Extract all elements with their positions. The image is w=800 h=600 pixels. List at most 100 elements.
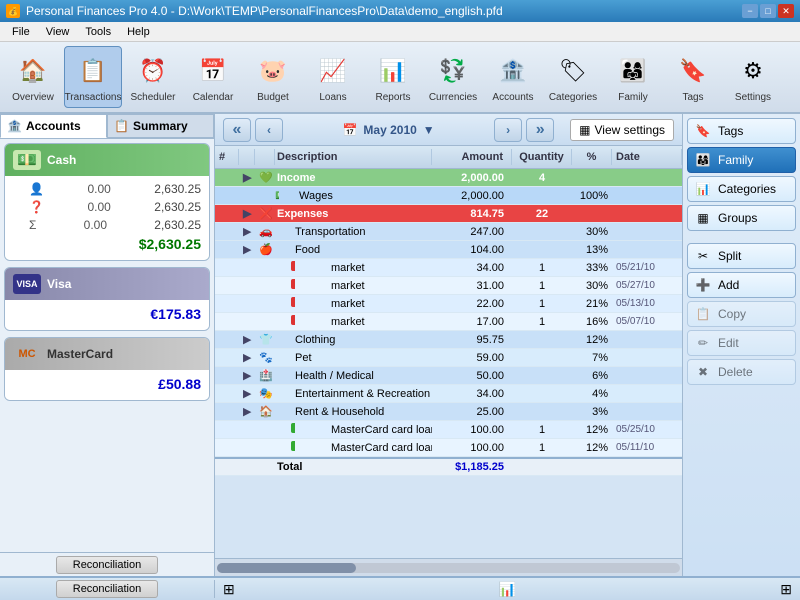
nav-dropdown-arrow[interactable]: ▼ — [423, 123, 435, 137]
settings-label: Settings — [735, 92, 771, 103]
tab-accounts[interactable]: 🏦 Accounts — [0, 114, 107, 138]
td-date: 05/25/10 — [612, 422, 682, 437]
sidebar-add-button[interactable]: ➕ Add — [687, 272, 796, 298]
table-row-wages[interactable]: 💵 Wages 2,000.00 100% — [215, 187, 682, 205]
tab-summary[interactable]: 📋 Summary — [107, 114, 214, 138]
bottom-right-icon[interactable]: ⊞ — [780, 581, 792, 598]
td-desc: Expenses — [275, 206, 432, 222]
toolbar-reports[interactable]: 📊 Reports — [364, 46, 422, 108]
sidebar-split-button[interactable]: ✂ Split — [687, 243, 796, 269]
td-expand[interactable]: ▶ — [239, 205, 255, 222]
toolbar-loans[interactable]: 📈 Loans — [304, 46, 362, 108]
td-expand[interactable]: ▶ — [239, 385, 255, 402]
minimize-button[interactable]: − — [742, 4, 758, 18]
td-pct: 12% — [572, 422, 612, 438]
toolbar-currencies[interactable]: 💱 Currencies — [424, 46, 482, 108]
nav-next[interactable]: » — [526, 118, 554, 142]
td-qty: 1 — [512, 260, 572, 276]
td-expand[interactable]: ▶ — [239, 403, 255, 420]
bottom-left-icon[interactable]: ⊞ — [223, 581, 235, 598]
table-row-market-2[interactable]: market 31.00 1 30% 05/27/10 — [215, 277, 682, 295]
td-expand[interactable]: ▶ — [239, 367, 255, 384]
td-qty — [512, 392, 572, 396]
account-card-visa[interactable]: VISA Visa €175.83 — [4, 267, 210, 331]
table-row-expenses[interactable]: ▶ ❌ Expenses 814.75 22 — [215, 205, 682, 223]
menu-help[interactable]: Help — [119, 24, 158, 40]
toolbar-scheduler[interactable]: ⏰ Scheduler — [124, 46, 182, 108]
maximize-button[interactable]: □ — [760, 4, 776, 18]
reconciliation-button[interactable]: Reconciliation — [56, 556, 158, 574]
scheduler-icon: ⏰ — [134, 52, 172, 90]
table-row-income[interactable]: ▶ 💚 Income 2,000.00 4 — [215, 169, 682, 187]
visa-header: VISA Visa — [5, 268, 209, 300]
table-row-market-4[interactable]: market 17.00 1 16% 05/07/10 — [215, 313, 682, 331]
td-amount: 22.00 — [432, 296, 512, 312]
td-desc: Food — [275, 242, 432, 258]
toolbar-calendar[interactable]: 📅 Calendar — [184, 46, 242, 108]
view-settings-button[interactable]: ▦ View settings — [570, 119, 674, 141]
sidebar-copy-button[interactable]: 📋 Copy — [687, 301, 796, 327]
table-row-mc-loan-2[interactable]: MasterCard card loan 100.00 1 12% 05/11/… — [215, 439, 682, 457]
sidebar-categories-button[interactable]: 📊 Categories — [687, 176, 796, 202]
bottom-center-icon[interactable]: 📊 — [499, 581, 516, 598]
td-date — [612, 374, 682, 378]
toolbar-family[interactable]: 👨‍👩‍👧 Family — [604, 46, 662, 108]
table-row-mc-loan-1[interactable]: MasterCard card loan 100.00 1 12% 05/25/… — [215, 421, 682, 439]
col-expand — [239, 149, 255, 165]
table-row-market-1[interactable]: market 34.00 1 33% 05/21/10 — [215, 259, 682, 277]
td-desc: MasterCard card loan — [295, 422, 432, 438]
table-row-clothing[interactable]: ▶ 👕 Clothing 95.75 12% — [215, 331, 682, 349]
col-amount: Amount — [432, 149, 512, 165]
td-expand[interactable] — [239, 194, 255, 198]
table-row-transportation[interactable]: ▶ 🚗 Transportation 247.00 30% — [215, 223, 682, 241]
menu-tools[interactable]: Tools — [77, 24, 119, 40]
td-qty — [512, 465, 572, 469]
table-row-food[interactable]: ▶ 🍎 Food 104.00 13% — [215, 241, 682, 259]
menu-file[interactable]: File — [4, 24, 38, 40]
td-icon — [255, 421, 295, 438]
copy-sidebar-label: Copy — [718, 307, 746, 321]
td-expand[interactable]: ▶ — [239, 349, 255, 366]
table-row-entertainment[interactable]: ▶ 🎭 Entertainment & Recreation 34.00 4% — [215, 385, 682, 403]
toolbar-settings[interactable]: ⚙ Settings — [724, 46, 782, 108]
calendar-icon: 📅 — [194, 52, 232, 90]
toolbar-tags[interactable]: 🔖 Tags — [664, 46, 722, 108]
menu-view[interactable]: View — [38, 24, 78, 40]
td-expand[interactable]: ▶ — [239, 223, 255, 240]
bottom-reconcile-button[interactable]: Reconciliation — [56, 580, 158, 598]
td-pct: 3% — [572, 404, 612, 420]
sidebar-edit-button[interactable]: ✏ Edit — [687, 330, 796, 356]
sidebar-family-button[interactable]: 👨‍👩‍👧 Family — [687, 147, 796, 173]
table-row-pet[interactable]: ▶ 🐾 Pet 59.00 7% — [215, 349, 682, 367]
toolbar-accounts[interactable]: 🏦 Accounts — [484, 46, 542, 108]
table-row-market-3[interactable]: market 22.00 1 21% 05/13/10 — [215, 295, 682, 313]
col-pct: % — [572, 149, 612, 165]
td-expand[interactable]: ▶ — [239, 331, 255, 348]
sidebar-tags-button[interactable]: 🔖 Tags — [687, 118, 796, 144]
toolbar-categories[interactable]: 🏷 Categories — [544, 46, 602, 108]
td-expand[interactable]: ▶ — [239, 169, 255, 186]
hscroll-track[interactable] — [217, 563, 680, 573]
table-row-rent[interactable]: ▶ 🏠 Rent & Household 25.00 3% — [215, 403, 682, 421]
nav-next2[interactable]: › — [494, 118, 522, 142]
td-icon — [255, 277, 295, 294]
horizontal-scrollbar[interactable] — [215, 558, 682, 576]
close-button[interactable]: ✕ — [778, 4, 794, 18]
calendar-label: Calendar — [193, 92, 234, 103]
sidebar-groups-button[interactable]: ▦ Groups — [687, 205, 796, 231]
td-expand[interactable]: ▶ — [239, 241, 255, 258]
bottom-left: Reconciliation — [0, 580, 215, 598]
td-num — [215, 465, 239, 469]
toolbar-overview[interactable]: 🏠 Overview — [4, 46, 62, 108]
toolbar-transactions[interactable]: 📋 Transactions — [64, 46, 122, 108]
account-card-cash[interactable]: 💵 Cash 👤 0.00 2,630.25 ❓ 0.00 2,630.25 — [4, 143, 210, 261]
account-card-mastercard[interactable]: MC MasterCard £50.88 — [4, 337, 210, 401]
nav-prev2[interactable]: ‹ — [255, 118, 283, 142]
toolbar-budget[interactable]: 🐷 Budget — [244, 46, 302, 108]
table-row-health[interactable]: ▶ 🏥 Health / Medical 50.00 6% — [215, 367, 682, 385]
sidebar-delete-button[interactable]: ✖ Delete — [687, 359, 796, 385]
nav-prev[interactable]: « — [223, 118, 251, 142]
cash-balance: $2,630.25 — [5, 234, 209, 256]
visa-card-icon: VISA — [13, 274, 41, 294]
hscroll-thumb[interactable] — [217, 563, 356, 573]
